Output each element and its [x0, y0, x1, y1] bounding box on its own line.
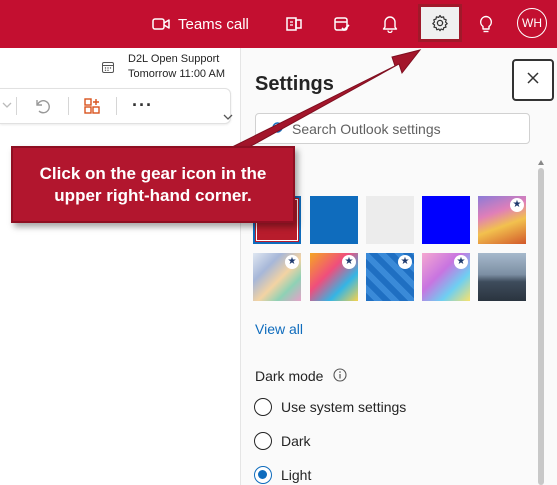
settings-gear-button[interactable] [418, 4, 462, 42]
settings-search[interactable] [255, 113, 530, 144]
lightbulb-icon [479, 15, 493, 34]
bell-icon [382, 15, 398, 33]
search-input[interactable] [290, 120, 524, 138]
star-icon: ★ [510, 198, 524, 212]
radio-label-light[interactable]: Light [281, 467, 311, 483]
gear-icon [431, 14, 449, 32]
toolbar-divider [116, 97, 117, 115]
chevron-down-icon[interactable] [223, 108, 233, 126]
teams-call-label: Teams call [178, 15, 249, 33]
message-toolbar: ··· [0, 88, 231, 124]
avatar-initials: WH [522, 16, 542, 30]
search-icon [268, 121, 284, 142]
theme-light-gray[interactable] [366, 196, 414, 244]
settings-scrollbar[interactable] [538, 160, 544, 485]
calendar-check-icon [333, 15, 351, 33]
office-app-button[interactable] [280, 0, 308, 48]
event-title: D2L Open Support [128, 53, 220, 65]
theme-bright-blue[interactable] [422, 196, 470, 244]
view-all-link[interactable]: View all [255, 321, 303, 337]
radio-use-system-settings[interactable] [254, 398, 272, 416]
theme-rainbow-swirl[interactable]: ★ [253, 253, 301, 301]
radio-label-use-system-settings[interactable]: Use system settings [281, 399, 406, 415]
apps-icon[interactable] [83, 97, 101, 120]
star-icon: ★ [342, 255, 356, 269]
event-time: Tomorrow 11:00 AM [128, 68, 226, 80]
close-icon [526, 71, 540, 90]
settings-title: Settings [255, 73, 334, 95]
toolbar-divider [16, 97, 17, 115]
theme-pastel-wave[interactable]: ★ [478, 196, 526, 244]
radio-label-dark[interactable]: Dark [281, 433, 311, 449]
chevron-down-icon[interactable] [2, 97, 12, 118]
tips-button[interactable] [472, 0, 500, 48]
dark-mode-label: Dark mode [255, 368, 324, 384]
teams-call-button[interactable]: Teams call [152, 0, 262, 48]
theme-colorful-illustration[interactable]: ★ [310, 253, 358, 301]
star-icon: ★ [398, 255, 412, 269]
close-button[interactable] [512, 59, 554, 101]
scroll-up-arrow-icon[interactable] [538, 160, 544, 165]
more-options-icon[interactable]: ··· [132, 95, 153, 116]
toolbar-divider [68, 97, 69, 115]
office-icon [285, 15, 303, 33]
info-icon[interactable] [333, 368, 347, 387]
scrollbar-thumb[interactable] [538, 168, 544, 485]
notifications-button[interactable] [376, 0, 404, 48]
calendar-icon [102, 61, 114, 78]
star-icon: ★ [454, 255, 468, 269]
my-day-button[interactable] [328, 0, 356, 48]
radio-dark[interactable] [254, 432, 272, 450]
instruction-text: Click on the gear icon in the upper righ… [39, 163, 267, 205]
theme-blue[interactable] [310, 196, 358, 244]
theme-pink-game[interactable]: ★ [422, 253, 470, 301]
theme-blue-pattern[interactable]: ★ [366, 253, 414, 301]
avatar[interactable]: WH [517, 8, 547, 38]
star-icon: ★ [285, 255, 299, 269]
instruction-callout: Click on the gear icon in the upper righ… [11, 146, 295, 223]
undo-icon[interactable] [33, 97, 51, 120]
radio-light[interactable] [254, 466, 272, 484]
theme-mountain[interactable] [478, 253, 526, 301]
video-camera-icon [152, 17, 170, 31]
